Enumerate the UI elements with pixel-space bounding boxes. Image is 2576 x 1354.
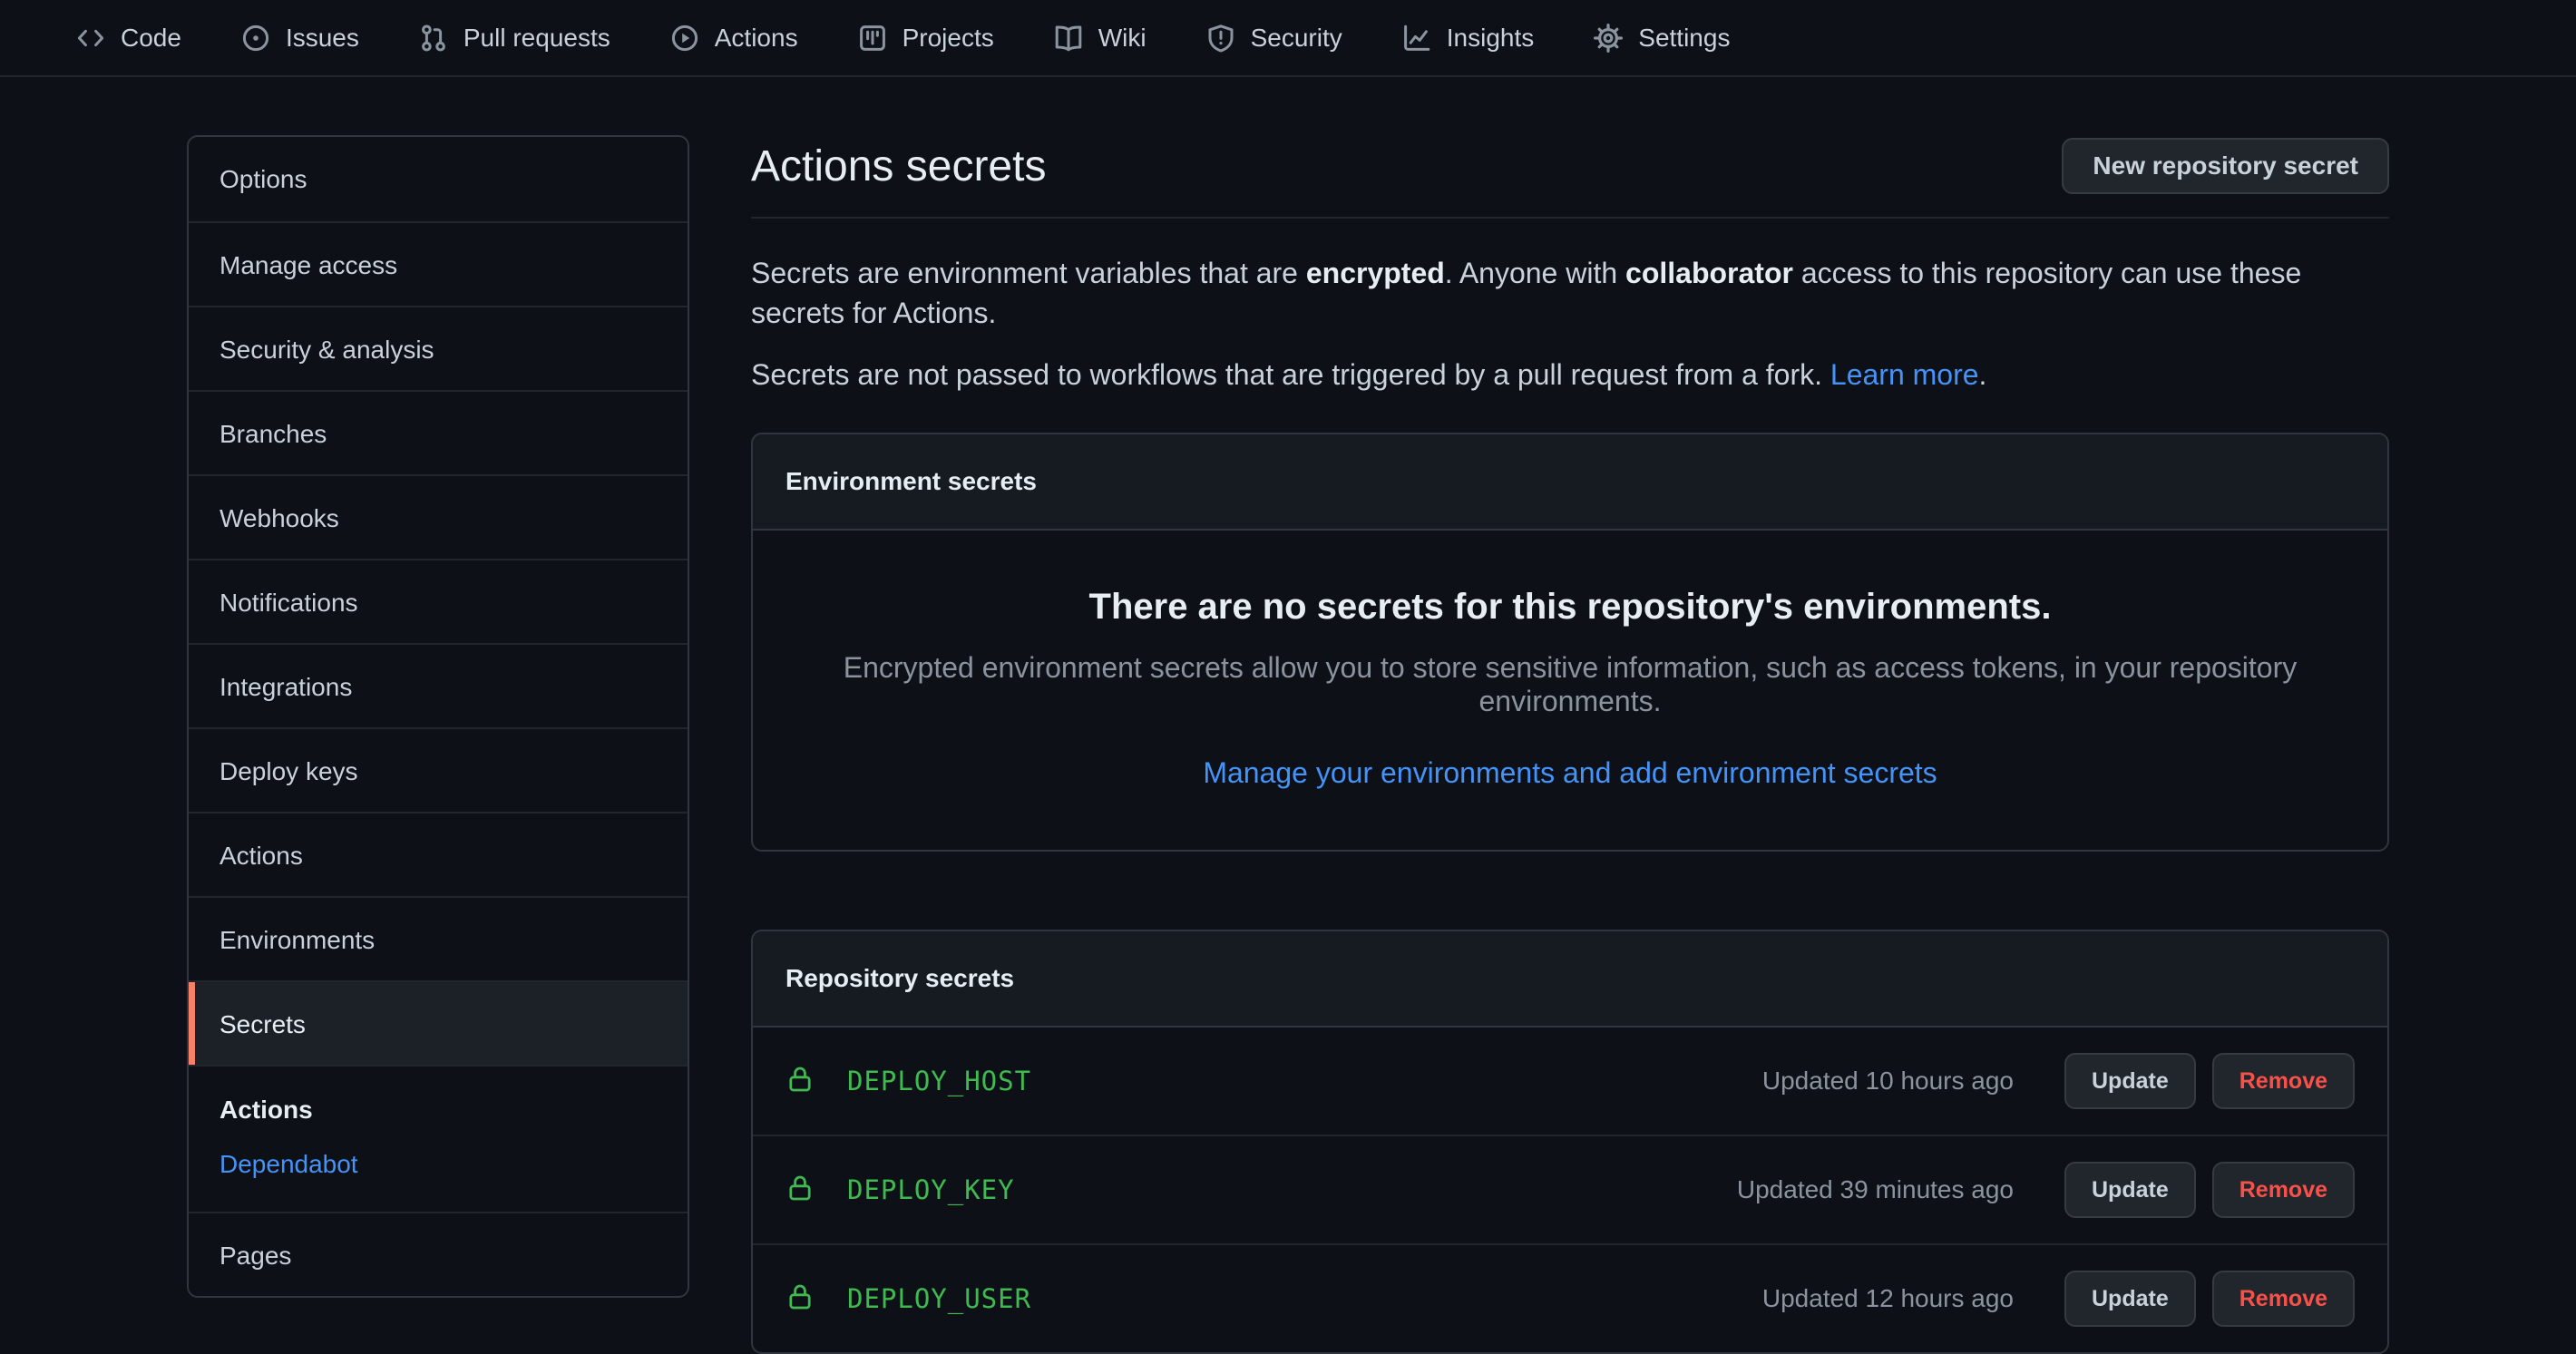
empty-state-description: Encrypted environment secrets allow you … — [807, 651, 2333, 718]
desc-text: Secrets are not passed to workflows that… — [751, 358, 1830, 391]
environment-secrets-header: Environment secrets — [753, 434, 2387, 531]
environment-secrets-box: Environment secrets There are no secrets… — [751, 433, 2389, 852]
sidebar-item-notifications[interactable]: Notifications — [189, 559, 688, 643]
book-icon — [1054, 24, 1083, 53]
code-icon — [76, 24, 105, 53]
sidebar-item-environments[interactable]: Environments — [189, 896, 688, 980]
sidebar-item-manage-access[interactable]: Manage access — [189, 221, 688, 306]
tab-label: Actions — [715, 24, 798, 53]
settings-sidebar: Options Manage access Security & analysi… — [187, 135, 689, 1298]
tab-label: Projects — [903, 24, 994, 53]
tab-settings[interactable]: Settings — [1594, 24, 1730, 53]
sidebar-item-deploy-keys[interactable]: Deploy keys — [189, 727, 688, 812]
secret-updated: Updated 39 minutes ago — [1737, 1175, 2014, 1204]
sidebar-item-branches[interactable]: Branches — [189, 390, 688, 474]
secret-name-text: DEPLOY_USER — [847, 1283, 1031, 1314]
lock-icon — [785, 1065, 815, 1098]
tab-code[interactable]: Code — [76, 24, 181, 53]
desc-text: . Anyone with — [1445, 257, 1625, 289]
lock-icon — [785, 1282, 815, 1316]
sidebar-item-webhooks[interactable]: Webhooks — [189, 474, 688, 559]
update-secret-button[interactable]: Update — [2064, 1162, 2196, 1218]
gear-icon — [1594, 24, 1623, 53]
projects-icon — [858, 24, 887, 53]
lock-icon — [785, 1174, 815, 1207]
graph-icon — [1402, 24, 1431, 53]
secret-updated: Updated 10 hours ago — [1762, 1067, 2014, 1096]
tab-label: Security — [1251, 24, 1342, 53]
secret-name-text: DEPLOY_HOST — [847, 1066, 1031, 1096]
tab-projects[interactable]: Projects — [858, 24, 994, 53]
tab-label: Pull requests — [463, 24, 610, 53]
secret-row-deploy-host: DEPLOY_HOST Updated 10 hours ago Update … — [753, 1028, 2387, 1135]
remove-secret-button[interactable]: Remove — [2212, 1162, 2355, 1218]
sidebar-item-secrets[interactable]: Secrets — [189, 980, 688, 1065]
secret-name: DEPLOY_HOST — [785, 1065, 1031, 1098]
desc-bold-encrypted: encrypted — [1306, 257, 1445, 289]
tab-wiki[interactable]: Wiki — [1054, 24, 1147, 53]
secrets-subsection: Actions Dependabot — [189, 1065, 688, 1212]
tab-actions[interactable]: Actions — [670, 24, 798, 53]
sidebar-item-actions[interactable]: Actions — [189, 812, 688, 896]
secret-name: DEPLOY_KEY — [785, 1174, 1015, 1207]
remove-secret-button[interactable]: Remove — [2212, 1053, 2355, 1109]
play-circle-icon — [670, 24, 699, 53]
tab-label: Settings — [1638, 24, 1730, 53]
desc-text: Secrets are environment variables that a… — [751, 257, 1306, 289]
repo-tab-bar: Code Issues Pull requests Actions Projec… — [0, 0, 2576, 77]
secret-row-deploy-key: DEPLOY_KEY Updated 39 minutes ago Update… — [753, 1135, 2387, 1243]
secret-updated: Updated 12 hours ago — [1762, 1284, 2014, 1313]
learn-more-link[interactable]: Learn more — [1830, 358, 1979, 391]
fork-note: Secrets are not passed to workflows that… — [751, 355, 2389, 395]
tab-label: Insights — [1447, 24, 1535, 53]
environment-secrets-empty-state: There are no secrets for this repository… — [753, 531, 2387, 850]
tab-issues[interactable]: Issues — [241, 24, 359, 53]
sidebar-item-pages[interactable]: Pages — [189, 1212, 688, 1296]
desc-bold-collaborator: collaborator — [1625, 257, 1793, 289]
update-secret-button[interactable]: Update — [2064, 1053, 2196, 1109]
pull-request-icon — [419, 24, 448, 53]
issue-icon — [241, 24, 270, 53]
empty-state-heading: There are no secrets for this repository… — [807, 587, 2333, 628]
repository-secrets-header: Repository secrets — [753, 931, 2387, 1028]
sidebar-item-integrations[interactable]: Integrations — [189, 643, 688, 727]
tab-insights[interactable]: Insights — [1402, 24, 1535, 53]
settings-layout: Options Manage access Security & analysi… — [187, 77, 2389, 1354]
secret-name-text: DEPLOY_KEY — [847, 1174, 1015, 1205]
shield-icon — [1206, 24, 1235, 53]
tab-pull-requests[interactable]: Pull requests — [419, 24, 610, 53]
secrets-description: Secrets are environment variables that a… — [751, 253, 2389, 333]
actions-secrets-panel: Actions secrets New repository secret Se… — [751, 135, 2389, 1354]
page-title: Actions secrets — [751, 141, 1046, 191]
title-divider — [751, 217, 2389, 219]
manage-environments-link[interactable]: Manage your environments and add environ… — [1203, 756, 1937, 790]
page-head: Actions secrets New repository secret — [751, 135, 2389, 197]
tab-label: Issues — [286, 24, 359, 53]
sidebar-link-dependabot[interactable]: Dependabot — [220, 1150, 358, 1179]
tab-label: Code — [121, 24, 181, 53]
sidebar-item-security-analysis[interactable]: Security & analysis — [189, 306, 688, 390]
sidebar-item-options[interactable]: Options — [189, 137, 688, 221]
remove-secret-button[interactable]: Remove — [2212, 1271, 2355, 1327]
desc-text: . — [1979, 358, 1987, 391]
new-repository-secret-button[interactable]: New repository secret — [2062, 138, 2389, 194]
subsection-actions-label: Actions — [220, 1096, 657, 1125]
repository-secrets-box: Repository secrets DEPLOY_HOST Updated 1… — [751, 930, 2389, 1354]
secret-name: DEPLOY_USER — [785, 1282, 1031, 1316]
secret-row-deploy-user: DEPLOY_USER Updated 12 hours ago Update … — [753, 1243, 2387, 1352]
update-secret-button[interactable]: Update — [2064, 1271, 2196, 1327]
tab-label: Wiki — [1098, 24, 1147, 53]
tab-security[interactable]: Security — [1206, 24, 1342, 53]
